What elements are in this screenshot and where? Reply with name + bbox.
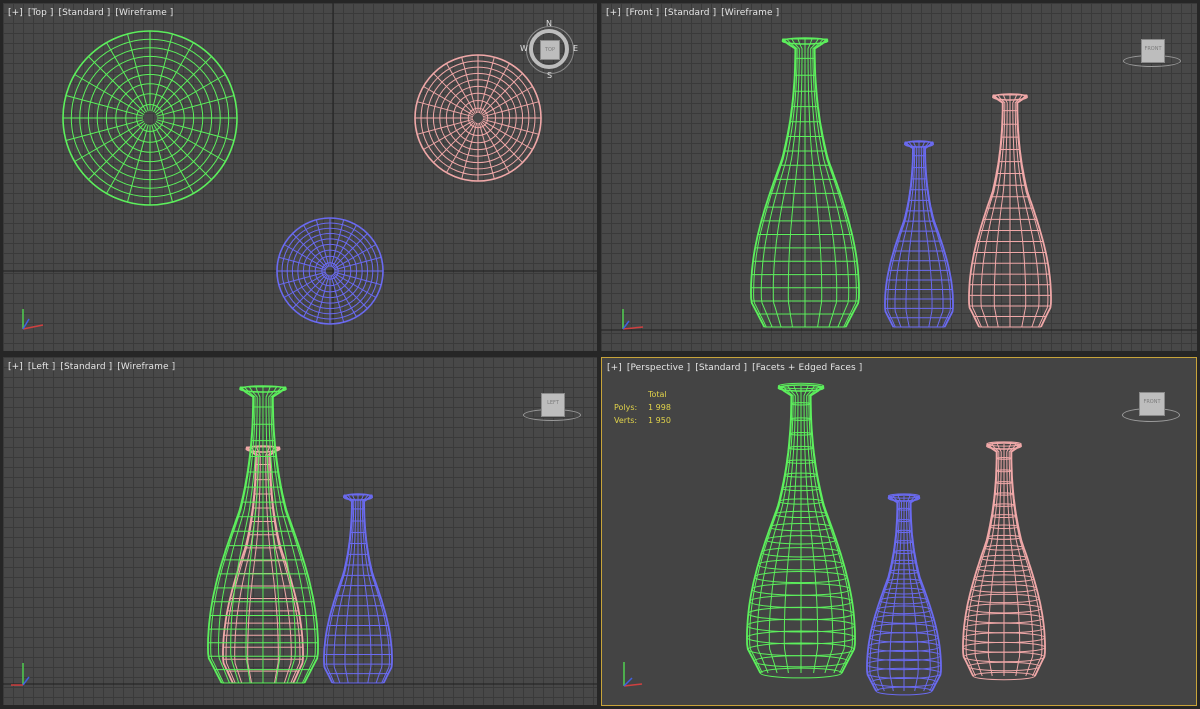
viewport-label: [+] [Top ] [Standard ] [Wireframe ] [8,8,175,18]
viewcube[interactable]: FRONT [1120,388,1180,424]
viewport-top[interactable]: [+] [Top ] [Standard ] [Wireframe ] TOP … [3,3,597,351]
viewport-label: [+] [Perspective ] [Standard ] [Facets +… [607,363,864,373]
display-mode-label[interactable]: [Facets + Edged Faces ] [752,363,862,373]
green-vase-left[interactable] [207,385,319,684]
cube-face-top[interactable]: TOP [540,40,560,60]
viewport-label: [+] [Left ] [Standard ] [Wireframe ] [8,362,177,372]
viewport-menu-button[interactable]: [+] [606,8,621,18]
axis-gizmo [622,309,644,330]
blue-vase-front[interactable] [884,140,954,328]
cube-face-perspective[interactable]: FRONT [1139,392,1165,416]
polys-value: 1 998 [648,403,671,412]
blue-vase-perspective[interactable] [866,493,942,696]
view-point-label[interactable]: [Perspective ] [627,363,690,373]
scene-perspective[interactable] [602,358,1196,705]
display-mode-label[interactable]: [Wireframe ] [721,8,779,18]
viewport-menu-button[interactable]: [+] [8,362,23,372]
viewport-label: [+] [Front ] [Standard ] [Wireframe ] [606,8,781,18]
compass-east: E [573,44,579,53]
viewport-perspective[interactable]: [+] [Perspective ] [Standard ] [Facets +… [601,357,1197,706]
verts-label: Verts: [614,416,638,425]
shading-label[interactable]: [Standard ] [58,8,110,18]
display-mode-label[interactable]: [Wireframe ] [115,8,173,18]
viewport-menu-button[interactable]: [+] [607,363,622,373]
stats-header: Total [648,390,667,399]
verts-value: 1 950 [648,416,671,425]
compass-viewcube[interactable]: TOP N S E W [520,19,581,81]
green-vase-top[interactable] [62,30,238,206]
compass-south: S [547,71,553,80]
compass-north: N [546,19,552,28]
view-point-label[interactable]: [Left ] [28,362,56,372]
compass-west: W [520,44,528,53]
view-point-label[interactable]: [Front ] [626,8,659,18]
shading-label[interactable]: [Standard ] [60,362,112,372]
viewport-left[interactable]: [+] [Left ] [Standard ] [Wireframe ] LEF… [3,357,597,705]
green-vase-front[interactable] [750,37,860,328]
cube-face-front[interactable]: FRONT [1141,39,1165,63]
cube-face-left[interactable]: LEFT [541,393,565,417]
axis-gizmo [22,309,44,330]
viewport-menu-button[interactable]: [+] [8,8,23,18]
scene-top[interactable] [3,3,597,351]
shading-label[interactable]: [Standard ] [664,8,716,18]
display-mode-label[interactable]: [Wireframe ] [117,362,175,372]
blue-vase-left[interactable] [323,493,393,684]
viewcube[interactable]: FRONT [1121,35,1181,69]
scene-left[interactable] [3,357,597,705]
view-point-label[interactable]: [Top ] [28,8,54,18]
pink-vase-perspective[interactable] [962,441,1046,681]
scene-front[interactable] [601,3,1197,351]
axis-gizmo [11,663,30,686]
viewport-front[interactable]: [+] [Front ] [Standard ] [Wireframe ] FR… [601,3,1197,351]
pink-vase-front[interactable] [968,93,1052,328]
statistics-overlay: Total Polys: 1 998 Verts: 1 950 [614,388,671,427]
viewcube[interactable]: LEFT [521,389,581,423]
shading-label[interactable]: [Standard ] [695,363,747,373]
axis-gizmo [623,662,643,687]
green-vase-perspective[interactable] [746,382,856,679]
polys-label: Polys: [614,403,638,412]
